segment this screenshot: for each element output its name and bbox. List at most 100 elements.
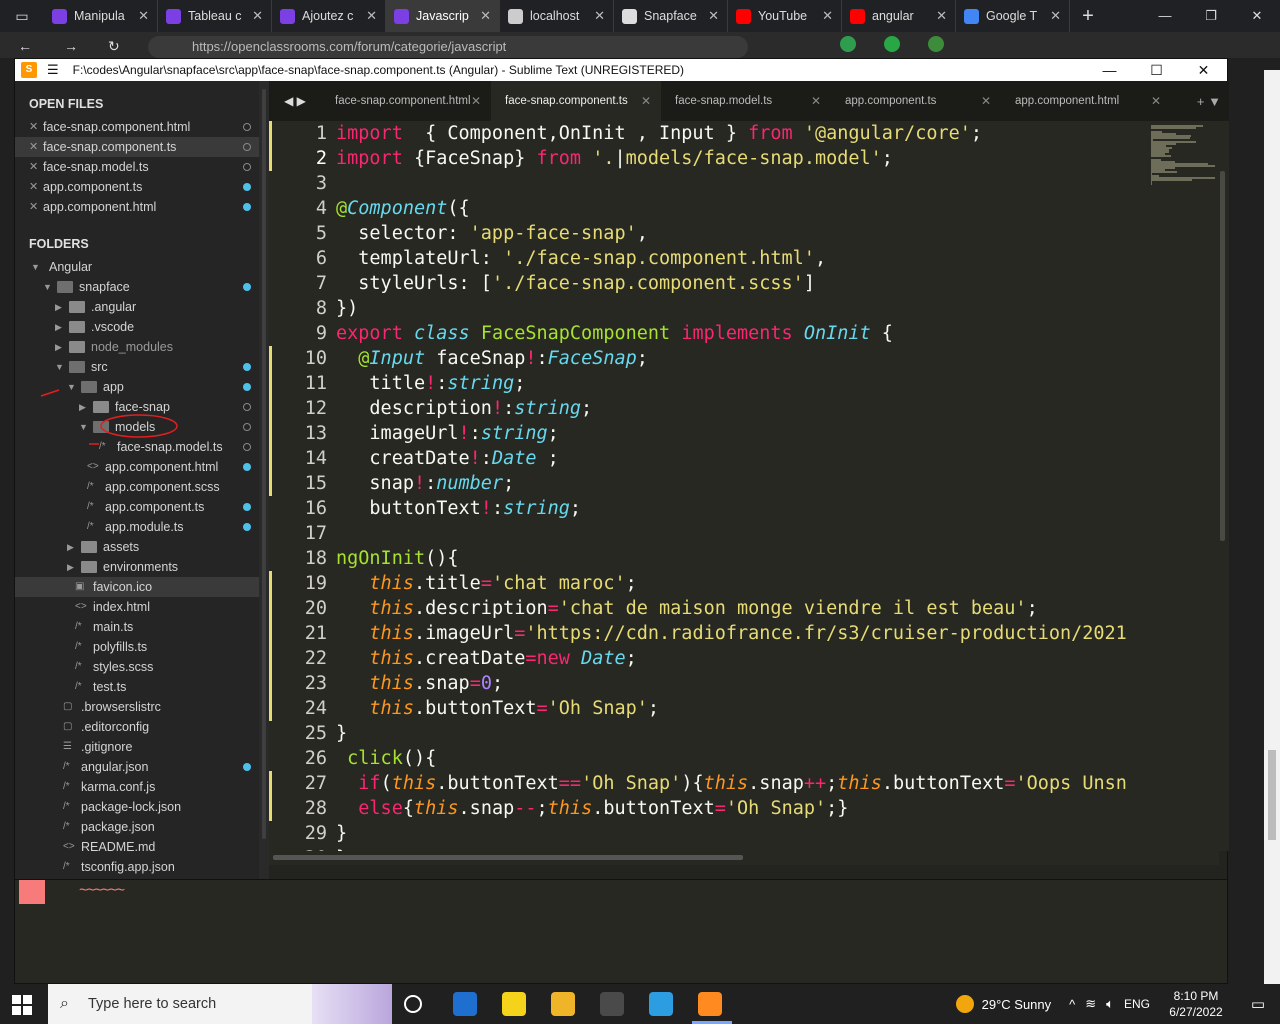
- tab-close-icon[interactable]: ✕: [936, 8, 947, 24]
- tab-close-icon[interactable]: ✕: [480, 8, 491, 24]
- open-file-item[interactable]: ✕ face-snap.model.ts: [15, 157, 259, 177]
- url-field[interactable]: https://openclassrooms.com/forum/categor…: [148, 36, 748, 58]
- open-file-item[interactable]: ✕ app.component.html: [15, 197, 259, 217]
- tab-actions-icon[interactable]: ▭: [0, 8, 44, 25]
- mail-icon[interactable]: [453, 992, 477, 1016]
- chevron-right-icon[interactable]: ▶: [67, 537, 74, 557]
- tree-file[interactable]: /* app.component.ts: [15, 497, 259, 517]
- tab-close-icon[interactable]: ✕: [981, 94, 991, 108]
- chevron-right-icon[interactable]: ▶: [55, 297, 62, 317]
- tree-folder[interactable]: ▼ snapface: [15, 277, 259, 297]
- code-line[interactable]: 5 selector: 'app-face-snap',: [269, 221, 1149, 246]
- minimize-icon[interactable]: —: [1142, 0, 1188, 32]
- file-explorer-icon[interactable]: [551, 992, 575, 1016]
- code-line[interactable]: 20 this.description='chat de maison mong…: [269, 596, 1149, 621]
- close-file-icon[interactable]: ✕: [29, 137, 38, 157]
- tree-file[interactable]: /* styles.scss: [15, 657, 259, 677]
- edge-icon[interactable]: [649, 992, 673, 1016]
- code-line[interactable]: 23 this.snap=0;: [269, 671, 1149, 696]
- chevron-right-icon[interactable]: ▶: [67, 557, 74, 577]
- tab-close-icon[interactable]: ✕: [138, 8, 149, 24]
- volume-icon[interactable]: 🔈︎: [1106, 996, 1114, 1012]
- tab-close-icon[interactable]: ✕: [471, 94, 481, 108]
- browser-tab[interactable]: Javascrip ✕: [386, 0, 500, 32]
- code-line[interactable]: 6 templateUrl: './face-snap.component.ht…: [269, 246, 1149, 271]
- close-icon[interactable]: ✕: [1234, 0, 1280, 32]
- tab-close-icon[interactable]: ✕: [1151, 94, 1161, 108]
- maximize-icon[interactable]: ☐: [1133, 59, 1180, 81]
- code-line[interactable]: 28 else{this.snap--;this.buttonText='Oh …: [269, 796, 1149, 821]
- code-line[interactable]: 9 export class FaceSnapComponent implemen…: [269, 321, 1149, 346]
- open-file-item[interactable]: ✕ face-snap.component.ts: [15, 137, 259, 157]
- tree-file[interactable]: /* karma.conf.js: [15, 777, 259, 797]
- browser-tab[interactable]: localhost ✕: [500, 0, 614, 32]
- code-line[interactable]: 26 click(){: [269, 746, 1149, 771]
- editor-tab[interactable]: app.component.ts ✕: [831, 81, 1001, 121]
- taskbar-search-box[interactable]: ⌕ Type here to search: [48, 984, 392, 1024]
- tree-file[interactable]: <> index.html: [15, 597, 259, 617]
- code-line[interactable]: 29}: [269, 821, 1149, 846]
- store-icon[interactable]: [600, 992, 624, 1016]
- editor-tab[interactable]: face-snap.component.ts ✕: [491, 81, 661, 121]
- close-file-icon[interactable]: ✕: [29, 177, 38, 197]
- tree-folder[interactable]: ▶ .vscode: [15, 317, 259, 337]
- code-line[interactable]: 24 this.buttonText='Oh Snap';: [269, 696, 1149, 721]
- minimize-icon[interactable]: —: [1086, 59, 1133, 81]
- code-line[interactable]: 1 import { Component,OnInit , Input } fro…: [269, 121, 1149, 146]
- browser-tab[interactable]: Manipula ✕: [44, 0, 158, 32]
- browser-tab[interactable]: Google T ✕: [956, 0, 1070, 32]
- browser-tab[interactable]: YouTube ✕: [728, 0, 842, 32]
- network-icon[interactable]: ≋: [1085, 996, 1096, 1012]
- extension-icon[interactable]: [928, 36, 944, 52]
- sublime-text-icon[interactable]: [698, 992, 722, 1016]
- weather-text[interactable]: 29°C Sunny: [982, 997, 1052, 1012]
- tree-folder[interactable]: ▶ environments: [15, 557, 259, 577]
- restore-icon[interactable]: ❐: [1188, 0, 1234, 32]
- code-line[interactable]: 7 styleUrls: ['./face-snap.component.scs…: [269, 271, 1149, 296]
- page-scrollbar[interactable]: [1264, 70, 1280, 984]
- sticky-notes-icon[interactable]: [502, 992, 526, 1016]
- tree-file[interactable]: /* app.component.scss: [15, 477, 259, 497]
- tab-close-icon[interactable]: ✕: [641, 94, 651, 108]
- tree-file[interactable]: /* app.module.ts: [15, 517, 259, 537]
- browser-tab[interactable]: Ajoutez c ✕: [272, 0, 386, 32]
- chevron-down-icon[interactable]: ▼: [31, 257, 40, 277]
- sidebar-scrollbar[interactable]: [259, 81, 269, 879]
- notifications-icon[interactable]: ▭: [1236, 995, 1280, 1013]
- chevron-down-icon[interactable]: ▼: [55, 357, 64, 377]
- code-line[interactable]: 4 @Component({: [269, 196, 1149, 221]
- tree-folder[interactable]: ▶ node_modules: [15, 337, 259, 357]
- tab-close-icon[interactable]: ✕: [822, 8, 833, 24]
- close-icon[interactable]: ✕: [1180, 59, 1227, 81]
- console-panel[interactable]: ~~~~~~: [15, 879, 1227, 983]
- code-line[interactable]: 15 snap!:number;: [269, 471, 1149, 496]
- tree-file[interactable]: ▣ favicon.ico: [15, 577, 259, 597]
- code-line[interactable]: 2 import {FaceSnap} from '.|models/face-s…: [269, 146, 1149, 171]
- browser-tab[interactable]: angular ✕: [842, 0, 956, 32]
- tree-file[interactable]: <> README.md: [15, 837, 259, 857]
- tab-close-icon[interactable]: ✕: [1050, 8, 1061, 24]
- tab-nav-arrows-icon[interactable]: ◀ ▶: [269, 94, 321, 108]
- forward-icon[interactable]: →: [64, 38, 78, 54]
- tab-close-icon[interactable]: ✕: [811, 94, 821, 108]
- code-line[interactable]: 14 creatDate!:Date ;: [269, 446, 1149, 471]
- chevron-down-icon[interactable]: ▼: [43, 277, 52, 297]
- close-file-icon[interactable]: ✕: [29, 117, 38, 137]
- tree-folder[interactable]: ▼ Angular: [15, 257, 259, 277]
- code-line[interactable]: 17: [269, 521, 1149, 546]
- tree-file[interactable]: /* tsconfig.app.json: [15, 857, 259, 877]
- code-line[interactable]: 27 if(this.buttonText=='Oh Snap'){this.s…: [269, 771, 1149, 796]
- editor-tab[interactable]: face-snap.model.ts ✕: [661, 81, 831, 121]
- tree-file[interactable]: /* test.ts: [15, 677, 259, 697]
- editor-tab[interactable]: face-snap.component.html ✕: [321, 81, 491, 121]
- tree-file[interactable]: /* main.ts: [15, 617, 259, 637]
- new-tab-button[interactable]: +: [1070, 5, 1106, 28]
- tab-menu-icon[interactable]: + ▼: [1197, 94, 1221, 109]
- chevron-up-icon[interactable]: ^: [1069, 997, 1075, 1012]
- code-line[interactable]: 22 this.creatDate=new Date;: [269, 646, 1149, 671]
- editor-horizontal-scrollbar[interactable]: [269, 851, 1219, 865]
- back-icon[interactable]: ←: [18, 38, 32, 54]
- chevron-right-icon[interactable]: ▶: [55, 337, 62, 357]
- editor-tab[interactable]: app.component.html ✕: [1001, 81, 1171, 121]
- editor-vertical-scrollbar[interactable]: [1217, 121, 1229, 851]
